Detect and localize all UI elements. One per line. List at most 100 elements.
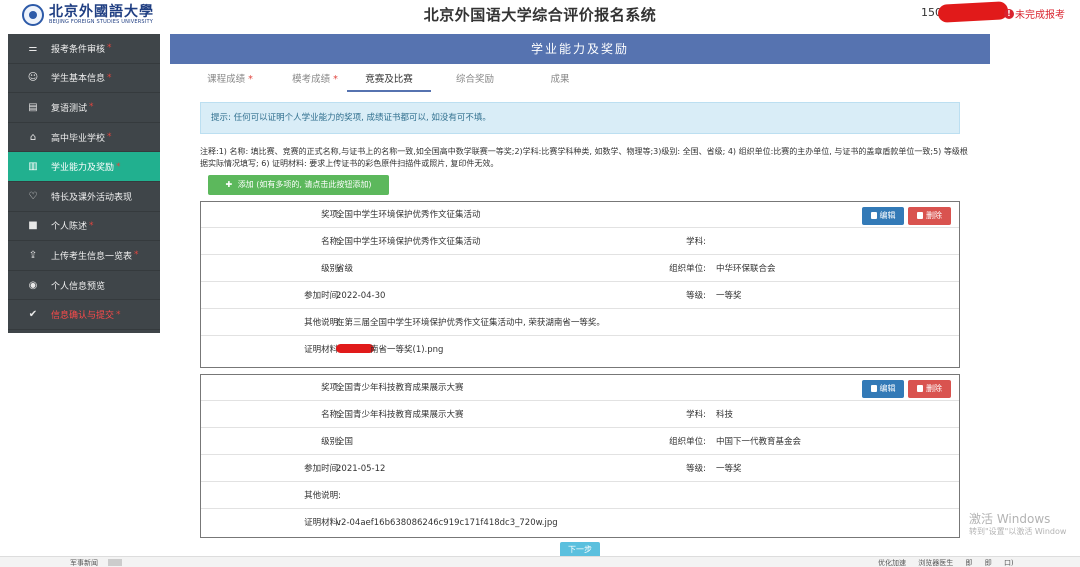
level-row: 级别: 全国 组织单位: 中国下一代教育基金会 [201, 429, 959, 455]
tab-comprehensive-awards[interactable]: 综合奖励 [440, 70, 510, 92]
organizer-value: 中华环保联合会 [716, 264, 776, 274]
trash-icon [917, 212, 923, 219]
proof-row: 证明材料: v2-04aef16b638086246c919c171f418dc… [201, 510, 959, 538]
status-text: 未完成报考 [1015, 10, 1065, 21]
plus-icon: ✚ [225, 180, 233, 189]
tab-label: 竞赛及比赛 [365, 74, 413, 85]
required-mark: * [116, 161, 121, 172]
tray-item-3[interactable]: 即 [965, 559, 972, 567]
required-mark: * [116, 309, 121, 320]
tab-achievements[interactable]: 成果 [535, 70, 585, 92]
name-value: 全国青少年科技教育成果展示大赛 [336, 410, 464, 420]
tab-label: 课程成绩 [207, 74, 246, 85]
taskbar-news[interactable]: 军事新闻 [70, 558, 98, 567]
check-circle-icon: ✔ [28, 309, 38, 321]
required-mark: * [134, 250, 139, 261]
proof-file-link[interactable]: v2-04aef16b638086246c919c171f418dc3_720w… [336, 510, 558, 536]
award-row: 奖项: 全国中学生环境保护优秀作文征集活动 编辑 删除 [201, 202, 959, 228]
edit-button[interactable]: 编辑 [862, 207, 904, 225]
required-mark: * [107, 132, 112, 143]
tab-mock-exam[interactable]: 模考成绩 * [275, 70, 355, 92]
sidebar-item-personal-statement[interactable]: ■ 个人陈述 * [8, 212, 160, 242]
award-label: 奖项: [321, 210, 341, 220]
sidebar-item-preview[interactable]: ◉ 个人信息预览 [8, 271, 160, 301]
required-mark: * [333, 74, 338, 85]
tab-course-grades[interactable]: 课程成绩 * [190, 70, 270, 92]
sidebar-item-high-school[interactable]: ⌂ 高中毕业学校 * [8, 123, 160, 153]
redaction-mark [937, 1, 1009, 23]
grade-label: 等级: [686, 291, 706, 301]
level-value: 省级 [336, 264, 354, 274]
sidebar-item-language-test[interactable]: ▤ 复语测试 * [8, 93, 160, 123]
tray-volume[interactable]: 口) [1004, 559, 1014, 567]
taskbar: 军事新闻 优化加速 浏览器医生 即 即 口) [0, 556, 1080, 567]
trash-icon [870, 212, 877, 219]
sidebar-item-upload-info-sheet[interactable]: ⇪ 上传考生信息一览表 * [8, 241, 160, 271]
date-value: 2022-04-30 [336, 291, 386, 301]
sidebar-item-label: 报考条件审核 [51, 44, 106, 55]
taskbar-tray: 优化加速 浏览器医生 即 即 口) [878, 558, 1024, 567]
user-circle-icon: ☺ [27, 72, 39, 84]
proof-value: 南省一等奖(1).png [336, 337, 443, 363]
name-value: 全国中学生环境保护优秀作文征集活动 [336, 237, 481, 247]
subject-label: 学科: [686, 410, 706, 420]
main-panel: 学业能力及奖励 课程成绩 * 模考成绩 * 竞赛及比赛 综合奖励 成果 提示: … [170, 34, 990, 558]
tab-label: 模考成绩 [292, 74, 331, 85]
tray-item-4[interactable]: 即 [985, 559, 992, 567]
name-row: 名称: 全国中学生环境保护优秀作文征集活动 学科: [201, 229, 959, 255]
sidebar-item-label: 学生基本信息 [51, 74, 106, 85]
trash-icon [870, 385, 877, 392]
header-bar: 北京外國語大學 BEIJING FOREIGN STUDIES UNIVERSI… [0, 0, 1080, 30]
tray-browser-doctor[interactable]: 浏览器医生 [918, 559, 953, 567]
required-mark: * [89, 220, 94, 231]
award-value: 全国中学生环境保护优秀作文征集活动 [336, 210, 481, 220]
delete-button[interactable]: 删除 [908, 380, 951, 398]
required-mark: * [107, 43, 112, 54]
other-value: 在第三届全国中学生环境保护优秀作文征集活动中, 荣获湖南省一等奖。 [336, 318, 605, 328]
name-label: 名称: [321, 237, 341, 247]
taskbar-thumbnail[interactable] [108, 559, 122, 566]
watermark-line-1: 激活 Windows [969, 512, 1051, 526]
proof-file-link[interactable]: 南省一等奖(1).png [370, 345, 443, 355]
add-award-button[interactable]: ✚ 添加 (如有多项的, 请点击此按钮添加) [208, 175, 389, 195]
tray-optimize[interactable]: 优化加速 [878, 559, 906, 567]
tab-competitions[interactable]: 竞赛及比赛 [347, 70, 431, 92]
sidebar-item-eligibility-review[interactable]: ⚌ 报考条件审核 * [8, 34, 160, 64]
sidebar-item-label: 信息确认与提交 [51, 311, 115, 322]
grade-value: 一等奖 [716, 291, 742, 301]
level-row: 级别: 省级 组织单位: 中华环保联合会 [201, 256, 959, 282]
sidebar-item-academic-awards[interactable]: ▥ 学业能力及奖励 * [8, 152, 160, 182]
award-card-1: 奖项: 全国中学生环境保护优秀作文征集活动 编辑 删除 名称: 全国中学生环境保… [200, 201, 960, 368]
proof-row: 证明材料: 南省一等奖(1).png [201, 337, 959, 368]
subject-label: 学科: [686, 237, 706, 247]
tab-bar: 课程成绩 * 模考成绩 * 竞赛及比赛 综合奖励 成果 [170, 70, 990, 92]
date-value: 2021-05-12 [336, 464, 386, 474]
date-label: 参加时间: [304, 291, 341, 301]
watermark-line-2: 转到"设置"以激活 Window [969, 527, 1067, 536]
sidebar-item-label: 复语测试 [51, 103, 88, 114]
date-row: 参加时间: 2021-05-12 等级: 一等奖 [201, 456, 959, 482]
grade-value: 一等奖 [716, 464, 742, 474]
level-value: 全国 [336, 437, 354, 447]
level-label: 级别: [321, 264, 341, 274]
delete-button[interactable]: 删除 [908, 207, 951, 225]
other-label: 其他说明: [304, 318, 341, 328]
sidebar-item-extracurricular[interactable]: ♡ 特长及课外活动表现 [8, 182, 160, 212]
site-title: 北京外国语大学综合评价报名系统 [423, 6, 657, 24]
edit-label: 编辑 [879, 211, 896, 220]
award-row: 奖项: 全国青少年科技教育成果展示大赛 编辑 删除 [201, 375, 959, 401]
document-icon: ▤ [28, 101, 38, 113]
tab-label: 综合奖励 [455, 74, 494, 85]
windows-activation-watermark: 激活 Windows 转到"设置"以激活 Window [969, 512, 1066, 538]
name-row: 名称: 全国青少年科技教育成果展示大赛 学科: 科技 [201, 402, 959, 428]
sidebar-item-confirm-submit[interactable]: ✔ 信息确认与提交 * [8, 300, 160, 330]
tab-label: 成果 [550, 74, 570, 85]
sidebar-item-label: 学业能力及奖励 [51, 163, 115, 174]
sidebar-item-student-info[interactable]: ☺ 学生基本信息 * [8, 64, 160, 94]
edit-button[interactable]: 编辑 [862, 380, 904, 398]
proof-label: 证明材料: [304, 345, 341, 355]
redaction-mark [336, 344, 374, 353]
other-label: 其他说明: [304, 491, 341, 501]
award-card-2: 奖项: 全国青少年科技教育成果展示大赛 编辑 删除 名称: 全国青少年科技教育成… [200, 374, 960, 538]
required-mark: * [89, 102, 94, 113]
